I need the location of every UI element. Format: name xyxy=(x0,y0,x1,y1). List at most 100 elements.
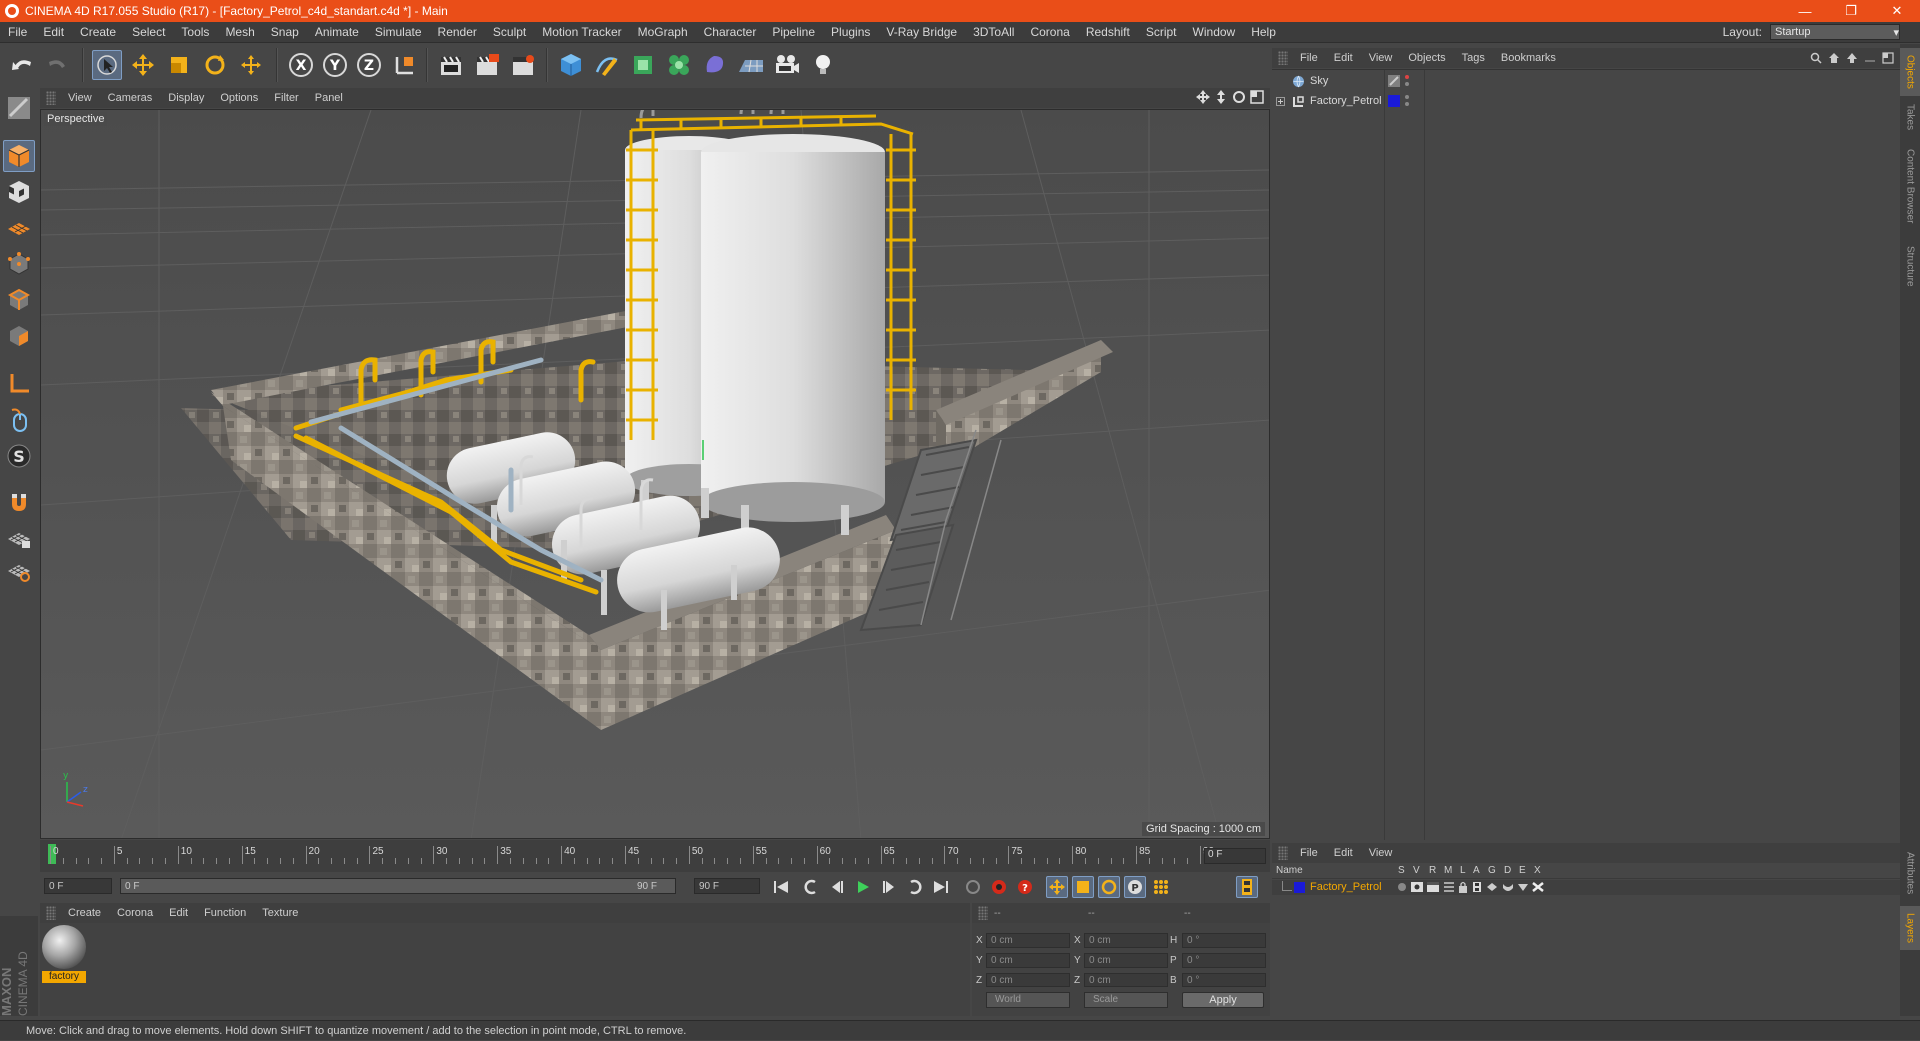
menu-pipeline[interactable]: Pipeline xyxy=(764,25,823,39)
object-menu-view[interactable]: View xyxy=(1361,52,1401,64)
visibility-dots-icon[interactable] xyxy=(1404,74,1410,88)
tab-layers[interactable]: Layers xyxy=(1900,906,1920,950)
previous-frame-button[interactable] xyxy=(826,876,848,898)
pos-z-field[interactable]: 0 cm xyxy=(986,973,1070,987)
planar-workplane-button[interactable] xyxy=(3,554,35,586)
key-scale-button[interactable] xyxy=(1072,876,1094,898)
add-light-button[interactable] xyxy=(808,50,838,80)
menu-character[interactable]: Character xyxy=(696,25,765,39)
viewport-scene[interactable]: y z xyxy=(41,110,1270,839)
tab-takes[interactable]: Takes xyxy=(1900,100,1920,134)
model-mode-button[interactable] xyxy=(3,140,35,172)
menu-plugins[interactable]: Plugins xyxy=(823,25,878,39)
timeline-ruler[interactable]: 051015202530354045505560657075808590 0 F xyxy=(40,840,1270,872)
workplane-lock-button[interactable] xyxy=(3,522,35,554)
material-menu-function[interactable]: Function xyxy=(196,907,254,919)
make-editable-button[interactable] xyxy=(3,92,35,124)
edges-mode-button[interactable] xyxy=(3,284,35,316)
menu-snap[interactable]: Snap xyxy=(263,25,307,39)
apply-button[interactable]: Apply xyxy=(1182,992,1264,1008)
xref-icon[interactable] xyxy=(1532,882,1544,892)
material-menu-create[interactable]: Create xyxy=(60,907,109,919)
viewport-menu-display[interactable]: Display xyxy=(160,92,212,104)
tab-attributes[interactable]: Attributes xyxy=(1900,844,1920,902)
move-tool-button[interactable] xyxy=(128,50,158,80)
coordinate-mode-select[interactable]: World xyxy=(986,992,1070,1008)
menu-create[interactable]: Create xyxy=(72,25,124,39)
snap-button[interactable] xyxy=(3,486,35,518)
next-key-button[interactable] xyxy=(904,876,926,898)
object-name-factory-petrol[interactable]: Factory_Petrol xyxy=(1310,95,1382,107)
scale-tool-button[interactable] xyxy=(164,50,194,80)
add-spline-button[interactable] xyxy=(592,50,622,80)
menu-vray-bridge[interactable]: V-Ray Bridge xyxy=(878,25,965,39)
rot-b-field[interactable]: 0 ° xyxy=(1182,973,1266,987)
menu-render[interactable]: Render xyxy=(430,25,485,39)
redo-button[interactable] xyxy=(42,50,72,80)
deformer-icon[interactable] xyxy=(1502,882,1514,892)
layout-select[interactable]: Startup ▾ xyxy=(1770,24,1900,40)
layer-col-solo[interactable]: S xyxy=(1398,865,1405,876)
menu-tools[interactable]: Tools xyxy=(173,25,217,39)
layer-color-swatch[interactable] xyxy=(1388,95,1400,107)
menu-window[interactable]: Window xyxy=(1185,25,1244,39)
object-menu-bookmarks[interactable]: Bookmarks xyxy=(1493,52,1564,64)
material-item[interactable]: factory xyxy=(40,923,88,987)
object-menu-tags[interactable]: Tags xyxy=(1454,52,1493,64)
render-to-picture-viewer-button[interactable] xyxy=(472,50,502,80)
eye-icon[interactable] xyxy=(1411,882,1423,892)
timeline-window-button[interactable] xyxy=(1236,876,1258,898)
size-z-field[interactable]: 0 cm xyxy=(1084,973,1168,987)
animation-film-icon[interactable] xyxy=(1473,882,1481,892)
layer-col-manager[interactable]: M xyxy=(1444,865,1452,876)
key-rotation-button[interactable] xyxy=(1098,876,1120,898)
go-to-start-button[interactable] xyxy=(770,876,792,898)
manager-list-icon[interactable] xyxy=(1443,882,1455,892)
perspective-viewport[interactable]: y z Perspective Grid Spacing : 1000 cm xyxy=(40,109,1270,839)
axis-mode-button[interactable] xyxy=(3,368,35,400)
render-settings-button[interactable] xyxy=(508,50,538,80)
object-menu-file[interactable]: File xyxy=(1292,52,1326,64)
render-view-button[interactable] xyxy=(436,50,466,80)
pan-view-icon[interactable] xyxy=(1196,90,1210,104)
panel-options-icon[interactable] xyxy=(1882,52,1894,64)
add-mograph-button[interactable] xyxy=(664,50,694,80)
tab-structure[interactable]: Structure xyxy=(1900,238,1920,294)
timeline-track[interactable]: 051015202530354045505560657075808590 xyxy=(48,844,1214,864)
record-keys-button[interactable] xyxy=(988,876,1010,898)
layer-menu-view[interactable]: View xyxy=(1361,847,1401,859)
menu-file[interactable]: File xyxy=(0,25,35,39)
previous-key-button[interactable] xyxy=(800,876,822,898)
lock-icon[interactable] xyxy=(1458,881,1468,893)
layer-manager-list[interactable]: Name S V R M L A G D E X Factory_Petrol xyxy=(1272,863,1900,1016)
material-manager-area[interactable]: factory xyxy=(40,923,970,1016)
viewport-menu-options[interactable]: Options xyxy=(212,92,266,104)
layer-col-name[interactable]: Name xyxy=(1276,865,1303,876)
layer-col-view[interactable]: V xyxy=(1413,865,1420,876)
rotate-tool-button[interactable] xyxy=(200,50,230,80)
home-icon[interactable] xyxy=(1828,52,1840,64)
layer-col-expressions[interactable]: E xyxy=(1519,865,1526,876)
material-menu-corona[interactable]: Corona xyxy=(109,907,161,919)
tab-objects[interactable]: Objects xyxy=(1900,48,1920,96)
generator-icon[interactable] xyxy=(1486,882,1498,892)
y-axis-lock-button[interactable]: Y xyxy=(320,50,350,80)
rotate-view-icon[interactable] xyxy=(1232,90,1246,104)
layer-name[interactable]: Factory_Petrol xyxy=(1310,881,1382,893)
object-manager-list[interactable]: Sky Factory_Petrol xyxy=(1272,69,1900,840)
end-frame-field[interactable]: 90 F xyxy=(694,878,760,894)
solo-mode-button[interactable]: S xyxy=(3,440,35,472)
add-cube-button[interactable] xyxy=(556,50,586,80)
live-selection-button[interactable] xyxy=(92,50,122,80)
next-frame-button[interactable] xyxy=(878,876,900,898)
go-to-end-button[interactable] xyxy=(930,876,952,898)
material-name[interactable]: factory xyxy=(42,971,86,983)
viewport-menu-view[interactable]: View xyxy=(60,92,100,104)
layer-col-xref[interactable]: X xyxy=(1534,865,1541,876)
layer-col-generators[interactable]: G xyxy=(1488,865,1496,876)
menu-redshift[interactable]: Redshift xyxy=(1078,25,1138,39)
material-menu-texture[interactable]: Texture xyxy=(254,907,306,919)
layer-color-swatch[interactable] xyxy=(1388,75,1400,87)
add-camera-button[interactable] xyxy=(772,50,802,80)
viewport-menu-filter[interactable]: Filter xyxy=(266,92,306,104)
